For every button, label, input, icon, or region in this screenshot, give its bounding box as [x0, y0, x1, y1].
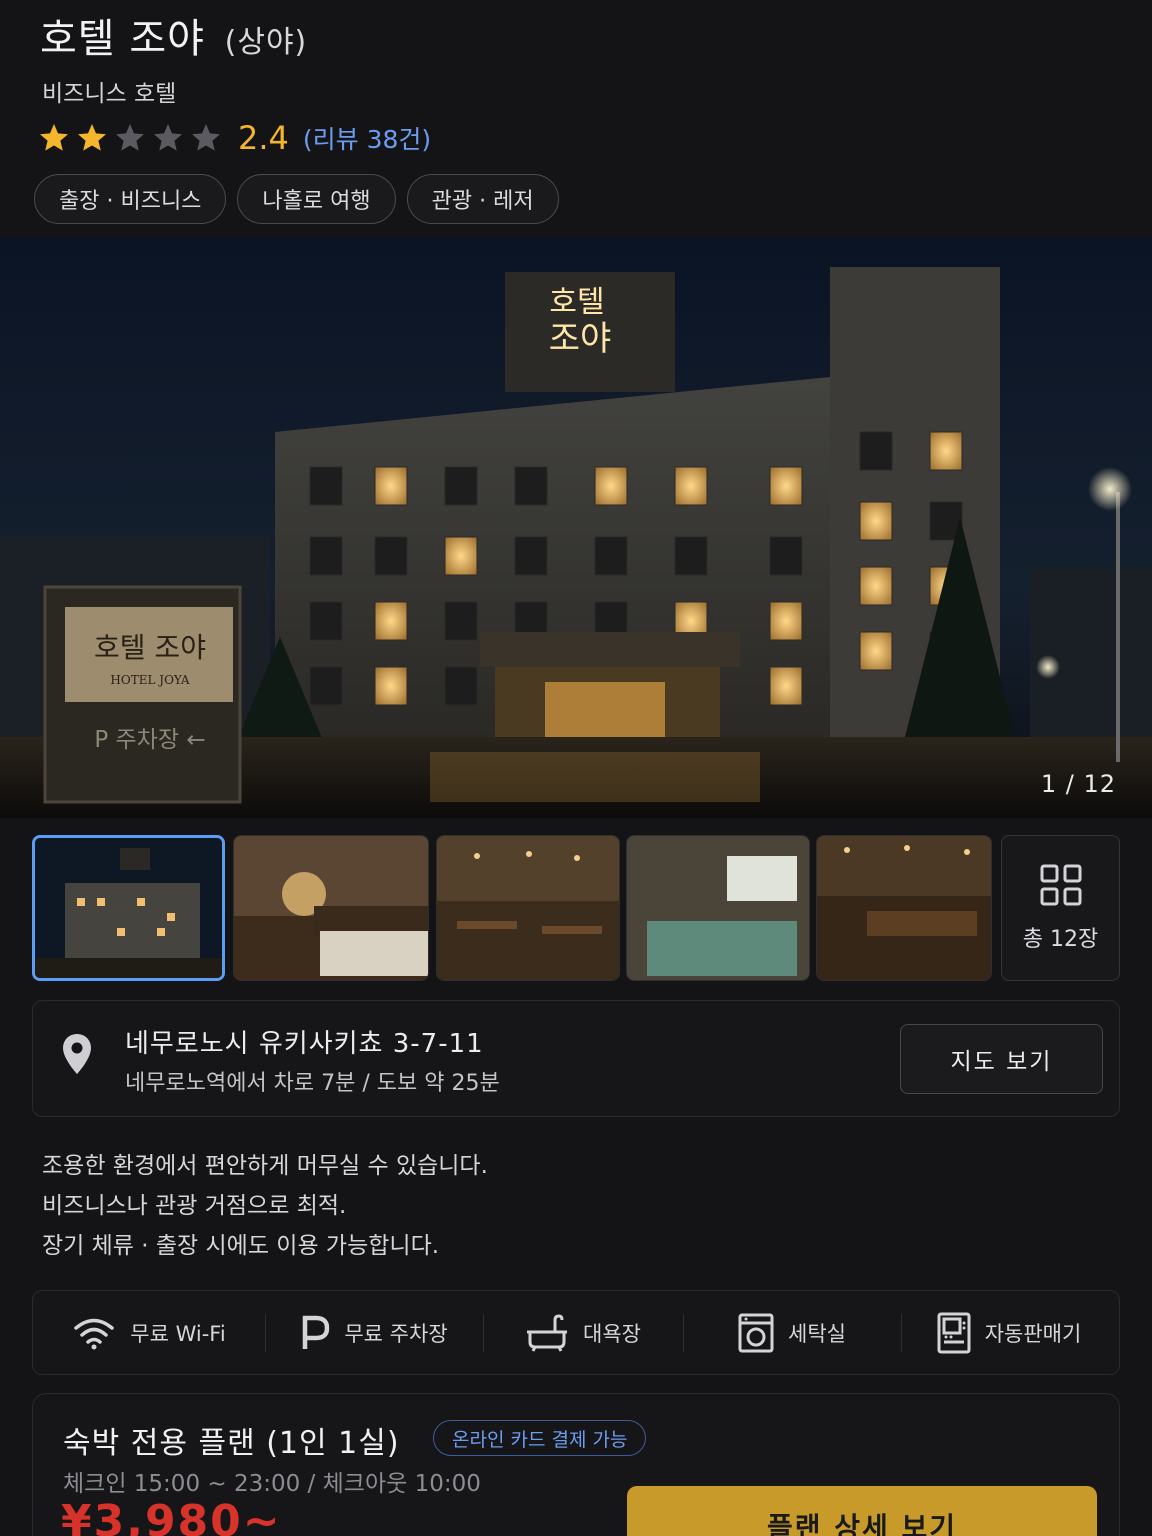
address-text: 네무로노시 유키사키쵸 3-7-11 [125, 1029, 484, 1059]
reviews-link[interactable]: (리뷰 38건) [303, 120, 431, 156]
wifi-icon [74, 1318, 115, 1349]
hotel-name: 호텔 조야 [40, 16, 205, 62]
grid-icon [1040, 864, 1081, 906]
building-window [374, 466, 408, 506]
building-window [309, 466, 343, 506]
view-map-button[interactable]: 지도 보기 [900, 1024, 1103, 1094]
bath-icon [527, 1313, 568, 1352]
rating-stars [38, 122, 228, 154]
photo-counter: 1 / 12 [1040, 770, 1116, 798]
building-window [374, 666, 408, 706]
vending-machine-icon [937, 1312, 971, 1353]
amenity-vending: 자동판매기 [901, 1290, 1117, 1375]
description-line: 조용한 환경에서 편안하게 머무실 수 있습니다. [42, 1153, 488, 1179]
tag-solo-travel[interactable]: 나홀로 여행 [237, 174, 396, 224]
amenity-label: 세탁실 [788, 1321, 846, 1346]
rating-value: 2.4 [238, 119, 289, 157]
access-text: 네무로노역에서 차로 7분 / 도보 약 25분 [125, 1071, 500, 1096]
building-window [444, 666, 478, 706]
location-pin-icon [63, 1034, 91, 1074]
ground-sign-english: HOTEL JOYA [110, 673, 189, 687]
building-window [769, 601, 803, 641]
parking-sign: P 주차장 ← [94, 727, 205, 753]
plan-price: ¥3,980~ [61, 1496, 282, 1536]
ground-sign-korean: 호텔 조야 [94, 631, 206, 664]
building-window [309, 666, 343, 706]
hotel-category: 비즈니스 호텔 [42, 81, 177, 107]
roof-sign-top: 호텔 [549, 285, 604, 320]
amenity-parking: 무료 주차장 [265, 1290, 483, 1375]
building-window [444, 466, 478, 506]
building-window [594, 536, 628, 576]
building-window [674, 536, 708, 576]
amenity-label: 무료 Wi-Fi [130, 1321, 226, 1346]
star-filled-icon [78, 124, 106, 151]
thumbnail-restaurant-image [437, 836, 619, 980]
parking-icon [303, 1315, 330, 1349]
building-window [859, 566, 893, 606]
tag-list: 출장 · 비즈니스 나홀로 여행 관광 · 레저 [34, 174, 559, 224]
check-in-out-time: 체크인 15:00 ~ 23:00 / 체크아웃 10:00 [63, 1471, 481, 1497]
building-window [309, 601, 343, 641]
building-window [514, 536, 548, 576]
building-window [859, 431, 893, 471]
star-empty-icon [154, 124, 182, 151]
roof-sign-bottom: 조야 [549, 319, 612, 359]
hotel-title: 호텔 조야 (상야) [40, 6, 307, 64]
tag-leisure[interactable]: 관광 · 레저 [406, 174, 559, 224]
building-window [444, 536, 478, 576]
thumbnail-exterior-image [35, 838, 222, 978]
building-window [374, 536, 408, 576]
thumbnail-bath[interactable] [626, 835, 810, 981]
thumbnail-bedroom[interactable] [233, 835, 429, 981]
amenity-label: 자동판매기 [984, 1321, 1082, 1346]
amenities-bar: 무료 Wi-Fi 무료 주차장 대욕장 세탁실 자동판매기 [32, 1290, 1120, 1375]
thumbnail-exterior[interactable] [32, 835, 225, 981]
building-window [444, 601, 478, 641]
star-empty-icon [192, 124, 220, 151]
rating-row: 2.4 (리뷰 38건) [38, 116, 431, 160]
thumbnail-bath-image [627, 836, 809, 980]
building-window [309, 536, 343, 576]
amenity-label: 대욕장 [583, 1321, 641, 1346]
payment-badge: 온라인 카드 결제 가능 [433, 1420, 647, 1456]
building-window [929, 431, 963, 471]
amenity-bath: 대욕장 [483, 1290, 683, 1375]
photo-count-label: 총 12장 [1022, 927, 1099, 952]
building-window [374, 601, 408, 641]
building-window [674, 466, 708, 506]
building-window [594, 466, 628, 506]
laundry-icon [738, 1313, 774, 1352]
thumbnail-lounge[interactable] [816, 835, 992, 981]
building-window [769, 466, 803, 506]
tag-business[interactable]: 출장 · 비즈니스 [34, 174, 227, 224]
amenity-wifi: 무료 Wi-Fi [33, 1290, 265, 1375]
building-window [514, 466, 548, 506]
description-line: 장기 체류 · 출장 시에도 이용 가능합니다. [42, 1233, 440, 1259]
star-empty-icon [116, 124, 144, 151]
hotel-reading: (상야) [224, 25, 308, 60]
plan-title: 숙박 전용 플랜 (1인 1실) [63, 1426, 400, 1461]
star-filled-icon [40, 124, 68, 151]
building-window [769, 536, 803, 576]
address-card: 네무로노시 유키사키쵸 3-7-11 네무로노역에서 차로 7분 / 도보 약 … [32, 1000, 1120, 1117]
description-line: 비즈니스나 관광 거점으로 최적. [42, 1193, 347, 1219]
building-window [769, 666, 803, 706]
thumbnail-restaurant[interactable] [436, 835, 620, 981]
view-all-photos-button[interactable]: 총 12장 [1001, 835, 1120, 981]
hero-photo[interactable]: 호텔 조야 호텔 조야 HOTEL JOYA P 주차장 ← 1 / 12 [0, 237, 1152, 818]
amenity-laundry: 세탁실 [683, 1290, 901, 1375]
hotel-description: 조용한 환경에서 편안하게 머무실 수 있습니다. 비즈니스나 관광 거점으로 … [42, 1146, 488, 1266]
plan-card: 숙박 전용 플랜 (1인 1실) 온라인 카드 결제 가능 체크인 15:00 … [32, 1393, 1120, 1536]
amenity-label: 무료 주차장 [344, 1321, 448, 1346]
hotel-header: 호텔 조야 (상야) 비즈니스 호텔 2.4 (리뷰 38건) 출장 · 비즈니… [0, 0, 1152, 237]
plan-details-button[interactable]: 플랜 상세 보기 [627, 1486, 1097, 1536]
building-window [859, 631, 893, 671]
thumbnail-bedroom-image [234, 836, 428, 980]
thumbnail-lounge-image [817, 836, 991, 980]
building-window [859, 501, 893, 541]
hotel-exterior-image: 호텔 조야 호텔 조야 HOTEL JOYA P 주차장 ← [0, 237, 1152, 818]
